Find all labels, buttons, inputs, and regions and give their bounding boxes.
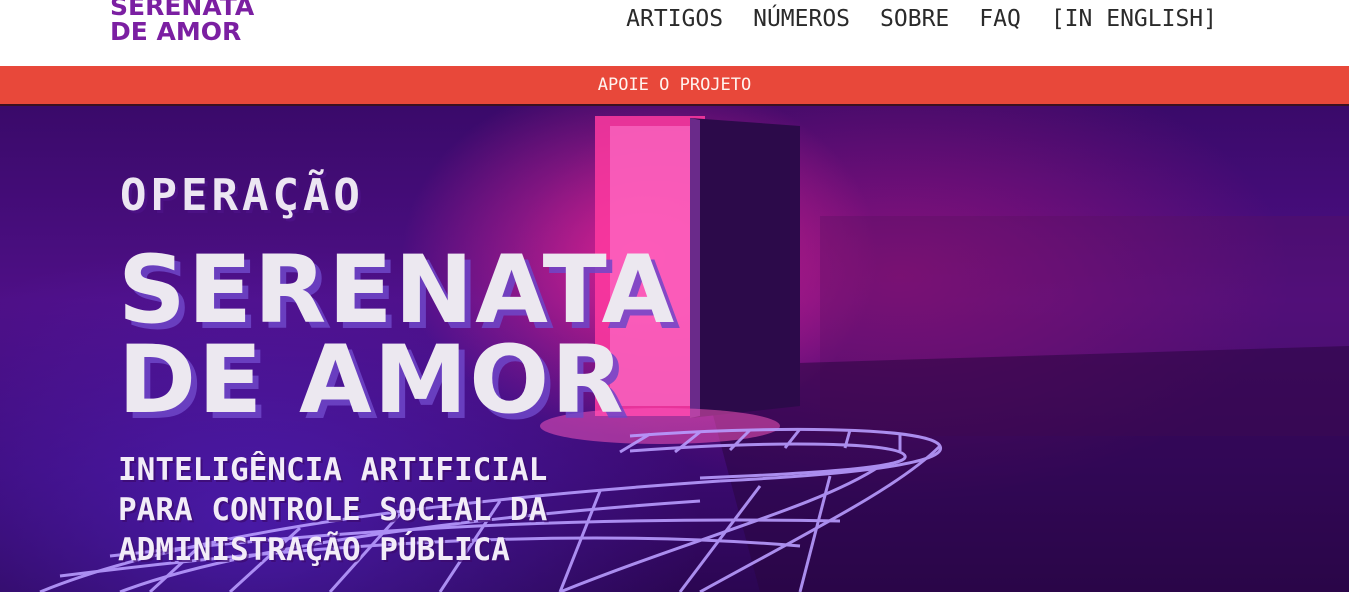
nav-item-in-english[interactable]: [IN ENGLISH] — [1051, 6, 1217, 32]
logo-line-2: DE AMOR — [110, 17, 242, 46]
nav-item-faq[interactable]: FAQ — [979, 6, 1021, 32]
hero-subtitle-line-1: INTELIGÊNCIA ARTIFICIAL — [118, 452, 548, 488]
hero-subtitle-line-2: PARA CONTROLE SOCIAL DA — [118, 492, 548, 528]
hero-title: SERENATA DE AMOR — [118, 236, 677, 435]
hero-title-line-2: DE AMOR — [118, 326, 626, 435]
hero-subtitle: INTELIGÊNCIA ARTIFICIAL PARA CONTROLE SO… — [118, 450, 547, 570]
support-project-link[interactable]: APOIE O PROJETO — [598, 75, 752, 95]
site-logo[interactable]: SERENATA DE AMOR — [110, 0, 254, 48]
site-header: SERENATA DE AMOR ARTIGOS NÚMEROS SOBRE F… — [0, 0, 1349, 66]
nav-item-numeros[interactable]: NÚMEROS — [753, 6, 850, 32]
nav-item-artigos[interactable]: ARTIGOS — [626, 6, 723, 32]
nav-item-sobre[interactable]: SOBRE — [880, 6, 949, 32]
main-nav: ARTIGOS NÚMEROS SOBRE FAQ [IN ENGLISH] — [626, 0, 1217, 38]
hero-title-line-1: SERENATA — [118, 236, 677, 345]
hero-kicker: OPERAÇÃO — [120, 170, 364, 221]
support-banner: APOIE O PROJETO — [0, 66, 1349, 106]
hero-banner: OPERAÇÃO SERENATA DE AMOR INTELIGÊNCIA A… — [0, 106, 1349, 592]
hero-subtitle-line-3: ADMINISTRAÇÃO PÚBLICA — [118, 532, 510, 568]
